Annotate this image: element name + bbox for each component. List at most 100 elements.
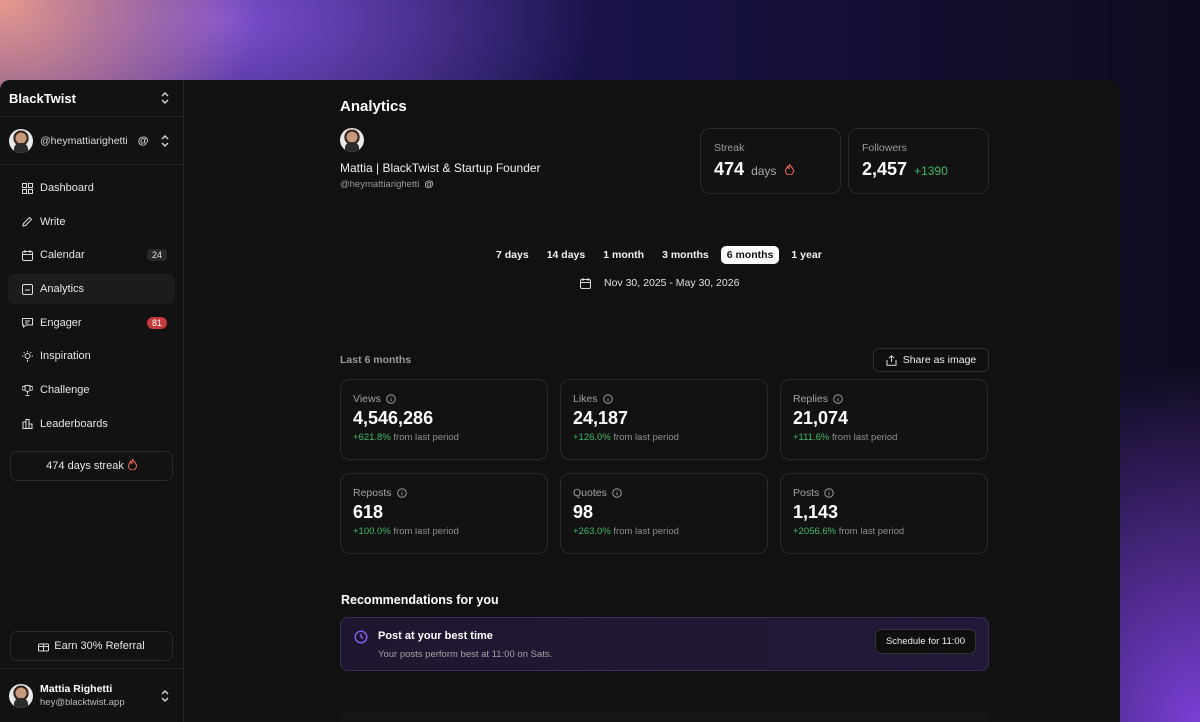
metric-change: +621.8%	[353, 432, 391, 443]
calendar-icon	[580, 277, 591, 289]
range-3-months[interactable]: 3 months	[656, 246, 715, 264]
followers-card-value-row: 2,457 +1390	[862, 159, 975, 180]
calendar-icon	[21, 249, 33, 261]
sidebar-item-leaderboards[interactable]: Leaderboards	[8, 409, 175, 439]
next-section-card	[340, 711, 989, 721]
metric-change: +111.6%	[793, 432, 830, 443]
main-content: Analytics Mattia | BlackTwist & Startup …	[184, 80, 1120, 722]
info-icon[interactable]	[824, 488, 835, 498]
streak-label: 474 days streak	[46, 459, 124, 472]
date-range-label: Nov 30, 2025 - May 30, 2026	[604, 277, 740, 289]
recommendations-title: Recommendations for you	[341, 593, 499, 607]
app-name: BlackTwist	[9, 90, 76, 106]
sidebar-item-label: Challenge	[40, 384, 90, 397]
metric-label-row: Views	[353, 393, 535, 405]
period-label: Last 6 months	[340, 354, 412, 366]
metric-card-replies: Replies 21,074 +111.6% from last period	[780, 379, 988, 460]
sidebar-item-write[interactable]: Write	[8, 207, 175, 237]
metric-change-suffix: from last period	[393, 432, 459, 443]
info-icon[interactable]	[386, 394, 396, 404]
account-switcher[interactable]: @heymattiarighetti @	[0, 117, 183, 165]
range-1-year[interactable]: 1 year	[785, 246, 827, 264]
metric-change-row: +2056.6% from last period	[793, 526, 975, 537]
profile-handle: @heymattiarighetti	[340, 179, 420, 190]
grid-icon	[21, 182, 33, 194]
metric-change-suffix: from last period	[393, 526, 459, 537]
info-icon[interactable]	[833, 394, 843, 404]
metric-card-views: Views 4,546,286 +621.8% from last period	[340, 379, 548, 460]
streak-card-value: 474	[714, 159, 745, 179]
recommendation-title: Post at your best time	[378, 630, 493, 642]
metric-change-suffix: from last period	[838, 526, 905, 537]
range-selector: 7 days 14 days 1 month 3 months 6 months…	[490, 246, 828, 264]
metric-card-quotes: Quotes 98 +263.0% from last period	[560, 473, 768, 554]
page-title: Analytics	[340, 98, 407, 115]
sidebar-item-calendar[interactable]: Calendar 24	[8, 240, 175, 270]
range-7-days[interactable]: 7 days	[490, 246, 535, 264]
sidebar: BlackTwist @heymattiarighetti @ Dashboar…	[0, 80, 184, 722]
info-icon[interactable]	[612, 488, 622, 498]
sidebar-item-engager[interactable]: Engager 81	[8, 308, 175, 338]
metric-label-row: Quotes	[573, 487, 755, 499]
streak-card-unit: days	[751, 164, 777, 178]
chevron-updown-icon	[159, 134, 171, 148]
share-as-image-button[interactable]: Share as image	[873, 348, 989, 372]
engager-count-badge: 81	[146, 316, 167, 329]
range-6-months[interactable]: 6 months	[720, 246, 780, 264]
range-1-month[interactable]: 1 month	[597, 246, 650, 264]
metric-change-row: +263.0% from last period	[573, 526, 755, 537]
metric-value: 24,187	[573, 408, 629, 428]
metric-value: 98	[573, 502, 594, 522]
account-avatar	[9, 128, 33, 153]
pencil-icon	[21, 216, 33, 228]
sidebar-item-challenge[interactable]: Challenge	[8, 375, 175, 405]
recommendation-card: Post at your best time Your posts perfor…	[340, 617, 989, 671]
metric-change: +2056.6%	[793, 526, 837, 537]
followers-card-delta: +1390	[914, 164, 948, 178]
sidebar-item-label: Dashboard	[40, 182, 94, 194]
bulb-icon	[21, 350, 33, 362]
metric-change-suffix: from last period	[613, 432, 679, 443]
metric-value: 21,074	[793, 408, 849, 428]
sidebar-nav: Dashboard Write Calendar 24 Analytics En…	[0, 165, 183, 439]
sidebar-item-label: Write	[40, 215, 66, 228]
user-email: hey@blacktwist.app	[40, 696, 125, 708]
metric-label: Quotes	[573, 487, 607, 499]
calendar-count-badge: 24	[146, 249, 167, 262]
user-avatar	[9, 683, 33, 708]
info-icon[interactable]	[602, 394, 613, 404]
metric-label: Likes	[573, 393, 598, 405]
user-info: Mattia Righetti hey@blacktwist.app	[40, 682, 125, 710]
clock-icon	[354, 630, 368, 644]
metric-label: Reposts	[353, 487, 392, 499]
referral-label: Earn 30% Referral	[54, 640, 145, 652]
sidebar-item-label: Leaderboards	[40, 417, 108, 430]
share-label: Share as image	[902, 354, 977, 366]
referral-button[interactable]: Earn 30% Referral	[10, 631, 173, 661]
sidebar-item-analytics[interactable]: Analytics	[8, 274, 175, 305]
schedule-button[interactable]: Schedule for 11:00	[874, 629, 976, 654]
metric-value: 1,143	[793, 502, 839, 522]
fire-icon	[785, 163, 795, 178]
chevron-updown-icon	[159, 689, 171, 703]
metric-label-row: Reposts	[353, 487, 535, 499]
streak-card-label: Streak	[714, 142, 745, 154]
user-name: Mattia Righetti	[40, 682, 113, 695]
sidebar-item-dashboard[interactable]: Dashboard	[8, 173, 175, 203]
date-range-picker[interactable]: Nov 30, 2025 - May 30, 2026	[580, 277, 739, 289]
followers-card: Followers 2,457 +1390	[848, 128, 989, 194]
trophy-icon	[21, 384, 33, 396]
streak-indicator[interactable]: 474 days streak	[10, 450, 173, 481]
profile-name: Mattia | BlackTwist & Startup Founder	[340, 161, 541, 175]
metric-label: Views	[353, 393, 381, 405]
sidebar-item-label: Inspiration	[40, 350, 91, 363]
sidebar-item-inspiration[interactable]: Inspiration	[8, 341, 175, 371]
chevron-updown-icon	[159, 91, 171, 105]
workspace-switcher[interactable]: BlackTwist	[0, 80, 183, 117]
metric-change-row: +621.8% from last period	[353, 432, 535, 443]
info-icon[interactable]	[396, 488, 407, 498]
user-menu[interactable]: Mattia Righetti hey@blacktwist.app	[0, 668, 183, 722]
range-14-days[interactable]: 14 days	[541, 246, 592, 264]
streak-card-value-row: 474 days	[714, 159, 827, 180]
metric-change: +126.0%	[573, 432, 611, 443]
